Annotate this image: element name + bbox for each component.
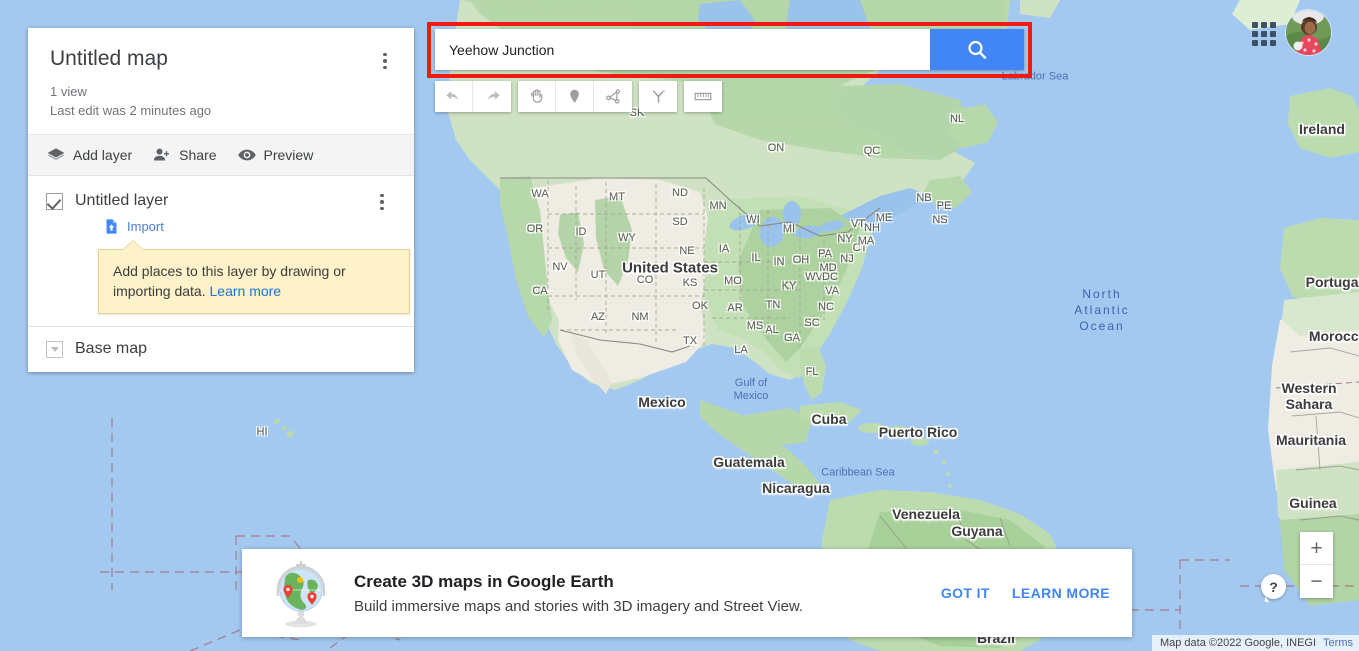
layer-visibility-checkbox[interactable] — [46, 192, 63, 210]
globe-with-pins-icon — [276, 561, 326, 628]
file-upload-icon — [106, 219, 117, 234]
layers-icon — [47, 148, 65, 160]
directions-tool[interactable] — [639, 81, 677, 112]
search-input[interactable] — [435, 29, 930, 70]
google-apps-grid-icon[interactable] — [1247, 17, 1281, 51]
hand-icon — [530, 89, 543, 103]
marker-tool[interactable] — [556, 81, 594, 112]
redo-arrow-icon — [487, 90, 500, 101]
tool-group-directions — [639, 81, 677, 112]
preview-label: Preview — [263, 147, 314, 163]
layer-help-tooltip: Add places to this layer by drawing or i… — [98, 240, 410, 314]
panel-action-bar: Add layer Share Preview — [28, 134, 414, 176]
map-last-edit: Last edit was 2 minutes ago — [50, 103, 212, 118]
base-map-label: Base map — [75, 340, 148, 357]
import-button[interactable]: Import — [103, 218, 396, 235]
banner-subtitle: Build immersive maps and stories with 3D… — [354, 597, 804, 615]
ruler-icon — [694, 92, 712, 101]
banner-buttons: GOT IT LEARN MORE — [941, 585, 1110, 601]
directions-arrow-icon — [652, 90, 665, 103]
panel-header: Untitled map 1 view Last edit was 2 minu… — [28, 28, 414, 134]
pan-tool[interactable] — [518, 81, 556, 112]
add-layer-button[interactable]: Add layer — [46, 145, 132, 165]
undo-arrow-icon — [446, 90, 459, 101]
help-button[interactable]: ? — [1261, 574, 1286, 599]
map-attribution: Map data ©2022 Google, INEGI Terms — [1151, 635, 1359, 651]
map-pin-icon — [570, 89, 579, 103]
redo-tool[interactable] — [473, 81, 511, 112]
google-earth-promo-banner: Create 3D maps in Google Earth Build imm… — [242, 549, 1132, 637]
banner-title: Create 3D maps in Google Earth — [354, 571, 614, 591]
base-map-toggle[interactable]: Base map — [28, 326, 414, 372]
person-add-icon — [154, 148, 170, 161]
zoom-in-button[interactable]: + — [1300, 532, 1333, 565]
layer-options-kebab-menu-icon[interactable] — [368, 188, 396, 216]
user-avatar[interactable] — [1286, 10, 1331, 55]
search-bar — [435, 29, 1024, 70]
layer-name[interactable]: Untitled layer — [75, 192, 168, 210]
tool-group-draw — [518, 81, 632, 112]
got-it-button[interactable]: GOT IT — [941, 585, 990, 601]
map-title[interactable]: Untitled map — [50, 46, 392, 72]
import-label: Import — [127, 219, 164, 234]
eye-icon — [237, 149, 256, 161]
search-icon — [968, 40, 987, 59]
share-label: Share — [179, 147, 217, 163]
my-maps-app: United States Mexico Guatemala Nicaragua Cub… — [0, 0, 1359, 651]
layer-section: Untitled layer Import Add places to this… — [28, 176, 414, 326]
search-button[interactable] — [930, 29, 1024, 70]
draw-line-icon — [605, 89, 620, 104]
map-view-count: 1 view — [50, 84, 87, 99]
map-options-kebab-menu-icon[interactable] — [370, 46, 400, 76]
avatar-image — [1286, 10, 1331, 55]
learn-more-link[interactable]: Learn more — [210, 283, 282, 299]
banner-text-block: Create 3D maps in Google Earth Build imm… — [354, 572, 941, 615]
attribution-text: Map data ©2022 Google, INEGI — [1159, 637, 1317, 649]
line-tool[interactable] — [594, 81, 632, 112]
zoom-out-button[interactable]: − — [1300, 565, 1333, 598]
zoom-controls: + − — [1300, 532, 1333, 598]
undo-tool[interactable] — [435, 81, 473, 112]
learn-more-button[interactable]: LEARN MORE — [1012, 585, 1110, 601]
measure-tool[interactable] — [684, 81, 722, 112]
layer-row: Untitled layer — [46, 192, 396, 210]
chevron-down-icon — [46, 340, 63, 358]
share-button[interactable]: Share — [152, 145, 217, 165]
preview-button[interactable]: Preview — [237, 145, 314, 165]
tool-group-measure — [684, 81, 722, 112]
terms-link[interactable]: Terms — [1323, 637, 1353, 649]
tool-group-history — [435, 81, 511, 112]
add-layer-label: Add layer — [73, 147, 133, 163]
map-info-panel: Untitled map 1 view Last edit was 2 minu… — [28, 28, 414, 372]
map-editing-toolbar — [435, 81, 729, 112]
